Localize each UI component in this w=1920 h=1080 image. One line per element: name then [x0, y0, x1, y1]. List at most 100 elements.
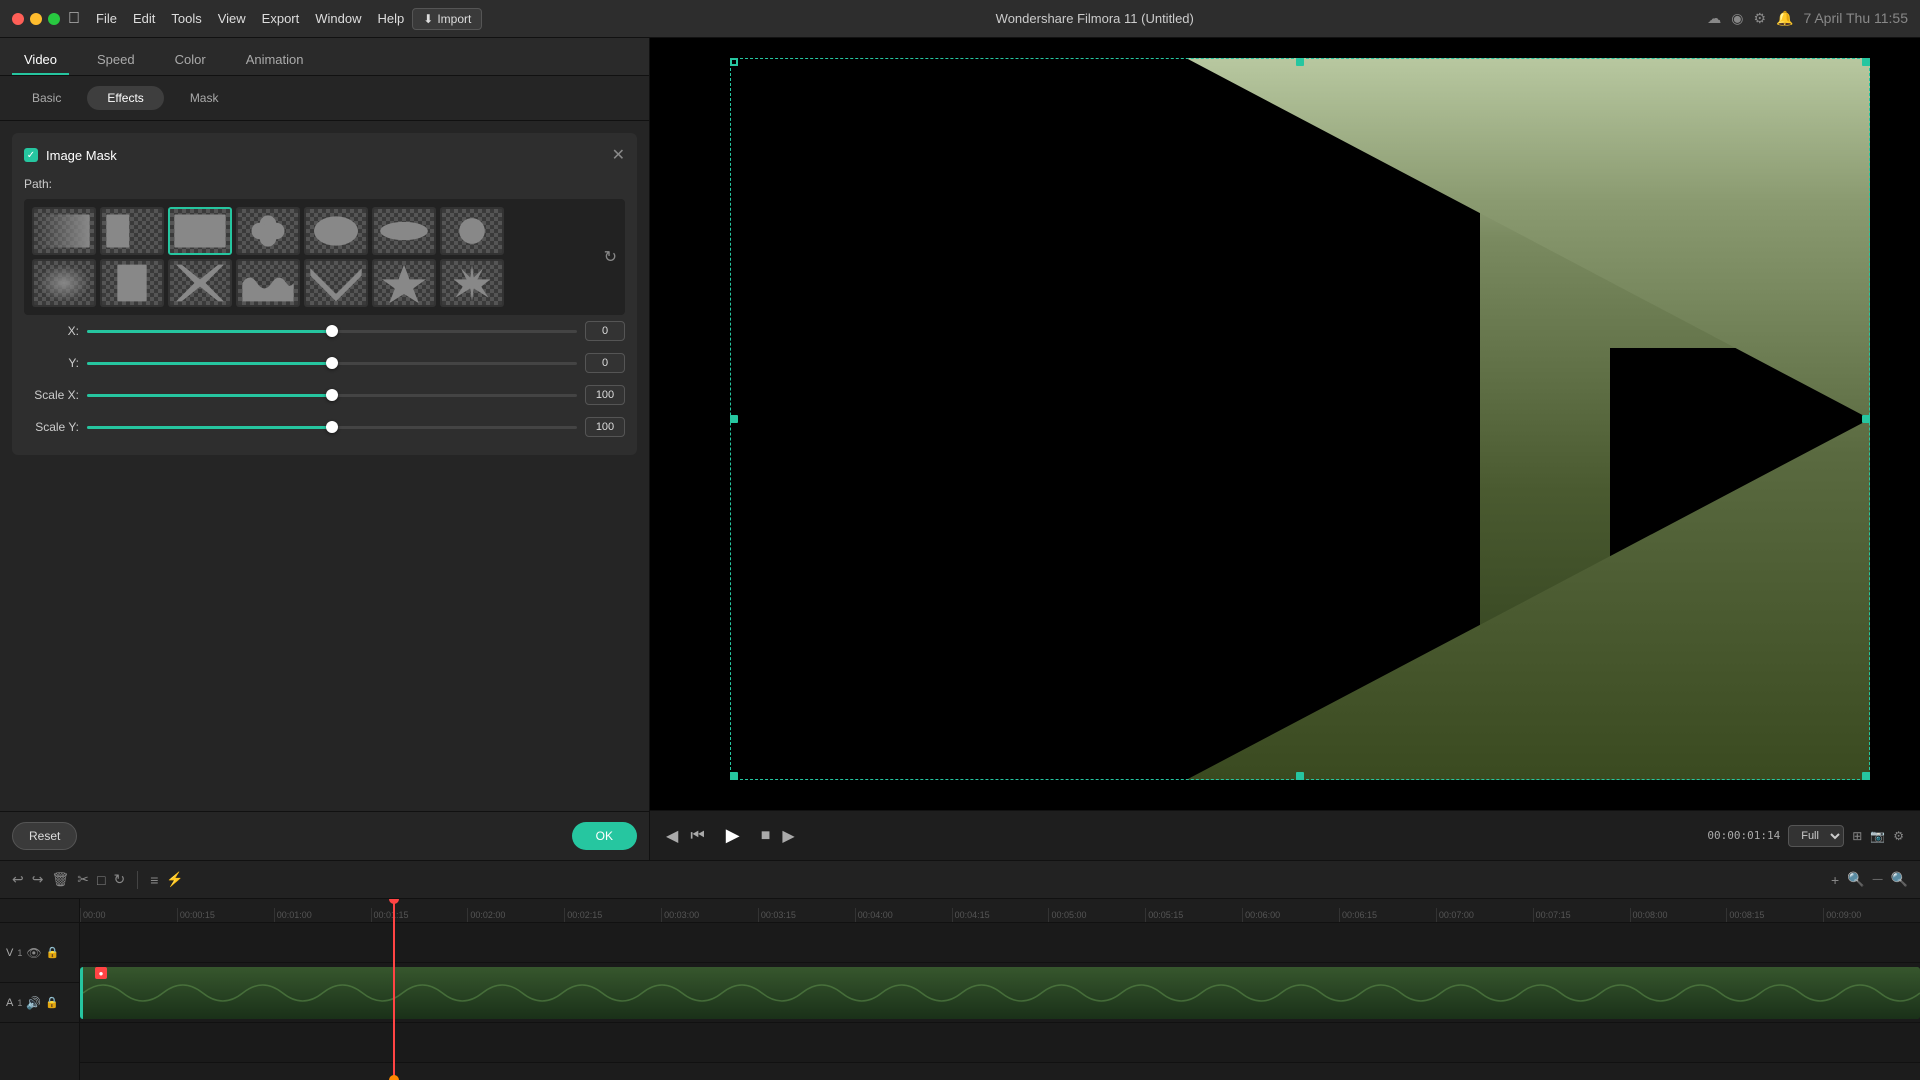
audio-speaker-icon[interactable]: 🔊	[26, 996, 41, 1010]
stop-button[interactable]: ■	[761, 827, 771, 845]
delete-icon[interactable]: 🗑	[51, 871, 69, 888]
menu-help[interactable]: Help	[378, 11, 405, 26]
close-mask-button[interactable]: ✕	[612, 145, 625, 165]
menu-tools[interactable]: Tools	[171, 11, 201, 26]
titlebar-icons: ☁ ◉ ⚙ 🔔 7 April Thu 11:55	[1707, 10, 1908, 27]
mask-shape-star[interactable]	[372, 259, 436, 307]
settings-icon[interactable]: ⚙	[1753, 10, 1766, 27]
mask-shape-vertical-split[interactable]	[100, 207, 164, 255]
sub-tab-basic[interactable]: Basic	[12, 86, 81, 110]
ruler-mark-15: 00:07:15	[1533, 908, 1630, 922]
mask-shape-clover[interactable]	[236, 207, 300, 255]
menu-window[interactable]: Window	[315, 11, 361, 26]
add-track-icon[interactable]: +	[1831, 872, 1839, 888]
datetime-display: 7 April Thu 11:55	[1803, 10, 1908, 27]
import-button[interactable]: ⬇ Import	[412, 8, 482, 30]
mask-shape-burst[interactable]	[440, 259, 504, 307]
account-icon[interactable]: ◉	[1731, 10, 1743, 27]
mask-row-1	[32, 259, 617, 307]
track-lock-icon[interactable]: 🔒	[46, 946, 60, 959]
split-icon[interactable]: ⚡	[166, 871, 183, 888]
playhead[interactable]	[393, 899, 395, 1080]
slider-scalex-track[interactable]	[87, 394, 577, 397]
prev-frame-button[interactable]: ⏮	[690, 827, 704, 845]
undo-icon[interactable]: ↩	[12, 871, 24, 888]
tab-video[interactable]: Video	[12, 46, 69, 75]
track-content-area: 00:00 00:00:15 00:01:00 00:01:15 00:02:0…	[80, 899, 1920, 1080]
property-tabs: Video Speed Color Animation	[0, 38, 649, 76]
slider-x-value[interactable]	[585, 321, 625, 341]
image-mask-checkbox[interactable]: ✓	[24, 148, 38, 162]
timeline-ruler: 00:00 00:00:15 00:01:00 00:01:15 00:02:0…	[80, 899, 1920, 923]
mask-shape-rect-selected[interactable]	[168, 207, 232, 255]
menu-edit[interactable]: Edit	[133, 11, 155, 26]
minimize-traffic-light[interactable]	[30, 13, 42, 25]
reset-button[interactable]: Reset	[12, 822, 77, 850]
path-label: Path:	[24, 177, 625, 191]
mask-shape-rect-fade[interactable]	[32, 207, 96, 255]
panel-footer: Reset OK	[0, 811, 649, 860]
align-icon[interactable]: ≡	[150, 872, 158, 888]
sub-tab-effects[interactable]: Effects	[87, 86, 163, 110]
menu-view[interactable]: View	[218, 11, 246, 26]
slider-x: X:	[24, 315, 625, 347]
close-traffic-light[interactable]	[12, 13, 24, 25]
settings-preview-icon[interactable]: ⚙	[1893, 829, 1904, 843]
redo-icon[interactable]: ↪	[32, 871, 44, 888]
slider-scaley-value[interactable]	[585, 417, 625, 437]
sub-tab-mask[interactable]: Mask	[170, 86, 239, 110]
tab-animation[interactable]: Animation	[234, 46, 316, 75]
slider-x-track[interactable]	[87, 330, 577, 333]
nav-left-button[interactable]: ◀	[666, 826, 678, 846]
play-button[interactable]: ▶	[717, 820, 749, 852]
mask-shape-x[interactable]	[168, 259, 232, 307]
zoom-in-icon[interactable]: 🔍	[1847, 871, 1864, 888]
slider-x-label: X:	[24, 324, 79, 338]
mask-shape-oval-thin[interactable]	[372, 207, 436, 255]
ruler-mark-11: 00:05:15	[1145, 908, 1242, 922]
slider-scalex-value[interactable]	[585, 385, 625, 405]
cloud-icon[interactable]: ☁	[1707, 10, 1721, 27]
zoom-level: —	[1873, 874, 1883, 885]
mask-shape-rect-v[interactable]	[100, 259, 164, 307]
ruler-mark-1: 00:00:15	[177, 908, 274, 922]
slider-scaley-track[interactable]	[87, 426, 577, 429]
image-mask-section: ✓ Image Mask ✕ Path:	[12, 133, 637, 455]
rotate-icon[interactable]: ↻	[113, 871, 125, 888]
crop-icon[interactable]: ✂	[77, 871, 89, 888]
playhead-bottom-handle[interactable]	[389, 1075, 399, 1080]
ok-button[interactable]: OK	[572, 822, 637, 850]
mask-shape-square-fade[interactable]	[32, 259, 96, 307]
mask-title-row: ✓ Image Mask	[24, 148, 117, 163]
mask-shape-oval[interactable]	[304, 207, 368, 255]
ruler-mark-16: 00:08:00	[1630, 908, 1727, 922]
menu-file[interactable]: File	[96, 11, 117, 26]
titlebar:  File Edit Tools View Export Window Hel…	[0, 0, 1920, 38]
tab-color[interactable]: Color	[163, 46, 218, 75]
ruler-mark-6: 00:03:00	[661, 908, 758, 922]
screenshot-icon[interactable]: 📷	[1870, 829, 1885, 843]
mask-shape-wave[interactable]	[236, 259, 300, 307]
trim-icon[interactable]: □	[97, 872, 105, 888]
time-code-display: 00:00:01:14	[1707, 829, 1780, 842]
refresh-button[interactable]: ↻	[604, 247, 617, 267]
fit-view-icon[interactable]: ⊞	[1852, 829, 1862, 843]
nav-right-button[interactable]: ▶	[782, 826, 794, 846]
zoom-selector[interactable]: Full	[1788, 825, 1844, 847]
fullscreen-traffic-light[interactable]	[48, 13, 60, 25]
mask-shape-oval-small[interactable]	[440, 207, 504, 255]
video-clip[interactable]: ●	[80, 967, 1920, 1019]
ruler-mark-13: 00:06:15	[1339, 908, 1436, 922]
audio-lock-icon[interactable]: 🔒	[45, 996, 59, 1009]
notification-icon[interactable]: 🔔	[1776, 10, 1793, 27]
slider-y-track[interactable]	[87, 362, 577, 365]
track-v1-number: V	[6, 947, 13, 959]
tab-speed[interactable]: Speed	[85, 46, 147, 75]
track-eye-icon[interactable]: 👁	[26, 946, 41, 960]
slider-y-value[interactable]	[585, 353, 625, 373]
video-track-v1: ●	[80, 963, 1920, 1023]
zoom-out-icon[interactable]: 🔍	[1891, 871, 1908, 888]
slider-scale-x: Scale X:	[24, 379, 625, 411]
mask-shape-chevron[interactable]	[304, 259, 368, 307]
menu-export[interactable]: Export	[262, 11, 300, 26]
